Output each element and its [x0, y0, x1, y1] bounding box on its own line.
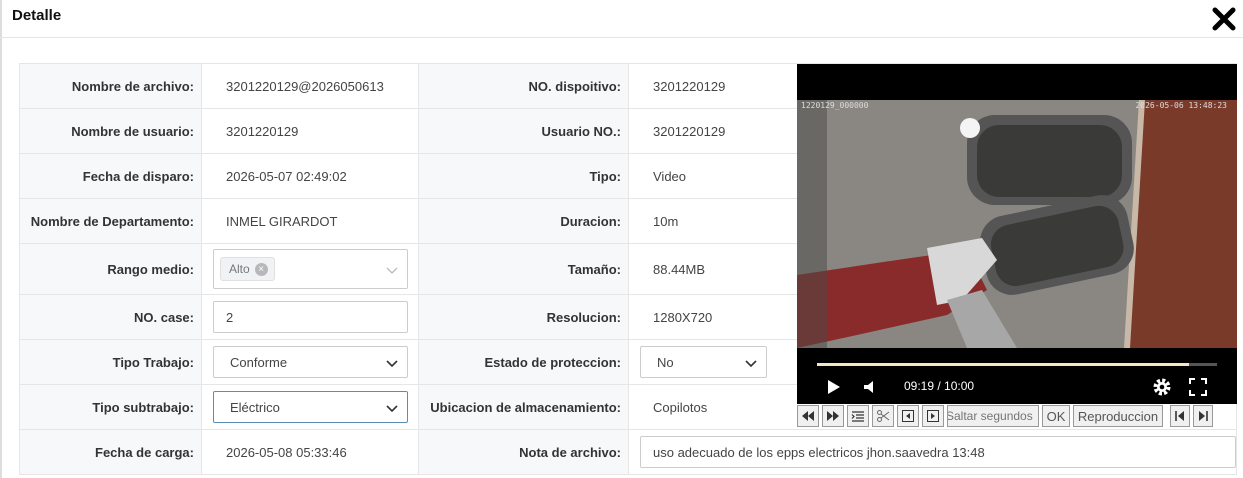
label-no-case: NO. case: [19, 294, 202, 340]
dialog-header: Detalle [0, 0, 1243, 38]
tipo-subtrabajo-select[interactable]: Eléctrico [213, 391, 408, 423]
seek-seconds-field[interactable] [947, 405, 1039, 427]
label-resolucion: Resolucion: [418, 294, 629, 340]
clip-button[interactable] [872, 405, 894, 427]
list-icon [851, 411, 864, 422]
label-duracion: Duracion: [418, 198, 629, 244]
rango-medio-select[interactable]: Alto × [213, 249, 408, 289]
play-icon[interactable] [825, 376, 843, 398]
time-display: 09:19 / 10:00 [904, 379, 975, 393]
tipo-trabajo-value: Conforme [230, 354, 288, 370]
label-tamano: Tamaño: [418, 243, 629, 295]
label-rango-medio: Rango medio: [19, 243, 202, 295]
dialog-title: Detalle [12, 7, 62, 24]
volume-icon[interactable] [861, 376, 879, 398]
settings-icon[interactable] [1151, 376, 1173, 398]
estado-proteccion-select[interactable]: No [640, 346, 767, 378]
value-fecha-carga: 2026-05-08 05:33:46 [201, 429, 419, 475]
skip-start-button[interactable] [1170, 405, 1190, 427]
close-icon[interactable] [1211, 6, 1237, 32]
video-player[interactable]: 1220129_000000 2026-05-06 13:48:23 09:19… [797, 64, 1237, 404]
nota-value: uso adecuado de los epps electricos jhon… [653, 444, 985, 460]
skip-start-icon [1175, 411, 1184, 421]
label-no-dispositivo: NO. dispoitivo: [418, 63, 629, 109]
no-case-value: 2 [226, 309, 234, 325]
progress-bar[interactable] [817, 363, 1217, 366]
value-nombre-archivo: 3201220129@2026050613 [201, 63, 419, 109]
label-estado-proteccion: Estado de proteccion: [418, 339, 629, 385]
chevron-down-icon [386, 360, 398, 368]
label-usuario-no: Usuario NO.: [418, 108, 629, 154]
fast-forward-button[interactable] [822, 405, 844, 427]
scissors-icon [877, 410, 890, 422]
label-departamento: Nombre de Departamento: [19, 198, 202, 244]
label-fecha-disparo: Fecha de disparo: [19, 153, 202, 199]
progress-fill [817, 363, 1189, 366]
prev-frame-button[interactable] [897, 405, 919, 427]
value-fecha-disparo: 2026-05-07 02:49:02 [201, 153, 419, 199]
label-ubicacion: Ubicacion de almacenamiento: [418, 384, 629, 430]
value-departamento: INMEL GIRARDOT [201, 198, 419, 244]
chevron-down-icon [386, 405, 398, 413]
tag-remove-icon[interactable]: × [254, 262, 268, 276]
playback-button[interactable]: Reproduccion [1073, 405, 1163, 427]
rango-medio-tag-label: Alto [229, 262, 250, 276]
skip-end-icon [1199, 411, 1208, 421]
label-tipo: Tipo: [418, 153, 629, 199]
nota-input[interactable]: uso adecuado de los epps electricos jhon… [640, 436, 1236, 468]
chevron-down-icon [745, 360, 757, 368]
osd-timestamp: 2026-05-06 13:48:23 [1135, 101, 1227, 110]
label-tipo-subtrabajo: Tipo subtrabajo: [19, 384, 202, 430]
label-nombre-usuario: Nombre de usuario: [19, 108, 202, 154]
label-fecha-carga: Fecha de carga: [19, 429, 202, 475]
list-button[interactable] [847, 405, 869, 427]
next-frame-button[interactable] [922, 405, 944, 427]
no-case-input[interactable]: 2 [213, 301, 408, 333]
label-nota: Nota de archivo: [418, 429, 629, 475]
value-nombre-usuario: 3201220129 [201, 108, 419, 154]
left-edge [0, 0, 2, 478]
seek-seconds-input[interactable] [948, 409, 1038, 423]
rewind-button[interactable] [797, 405, 819, 427]
next-frame-icon [927, 410, 939, 422]
chevron-down-icon [386, 267, 398, 274]
fullscreen-icon[interactable] [1187, 376, 1209, 398]
estado-proteccion-value: No [657, 354, 674, 370]
label-nombre-archivo: Nombre de archivo: [19, 63, 202, 109]
label-tipo-trabajo: Tipo Trabajo: [19, 339, 202, 385]
video-frame [797, 100, 1237, 348]
rango-medio-tag: Alto × [220, 257, 275, 281]
prev-frame-icon [902, 410, 914, 422]
rewind-icon [802, 411, 814, 421]
skip-end-button[interactable] [1193, 405, 1213, 427]
tipo-trabajo-select[interactable]: Conforme [213, 346, 408, 378]
player-toolbar: OK Reproduccion [797, 405, 1213, 429]
osd-device-id: 1220129_000000 [801, 101, 869, 110]
fast-forward-icon [827, 411, 839, 421]
ok-button[interactable]: OK [1042, 405, 1070, 427]
tipo-subtrabajo-value: Eléctrico [230, 399, 280, 415]
